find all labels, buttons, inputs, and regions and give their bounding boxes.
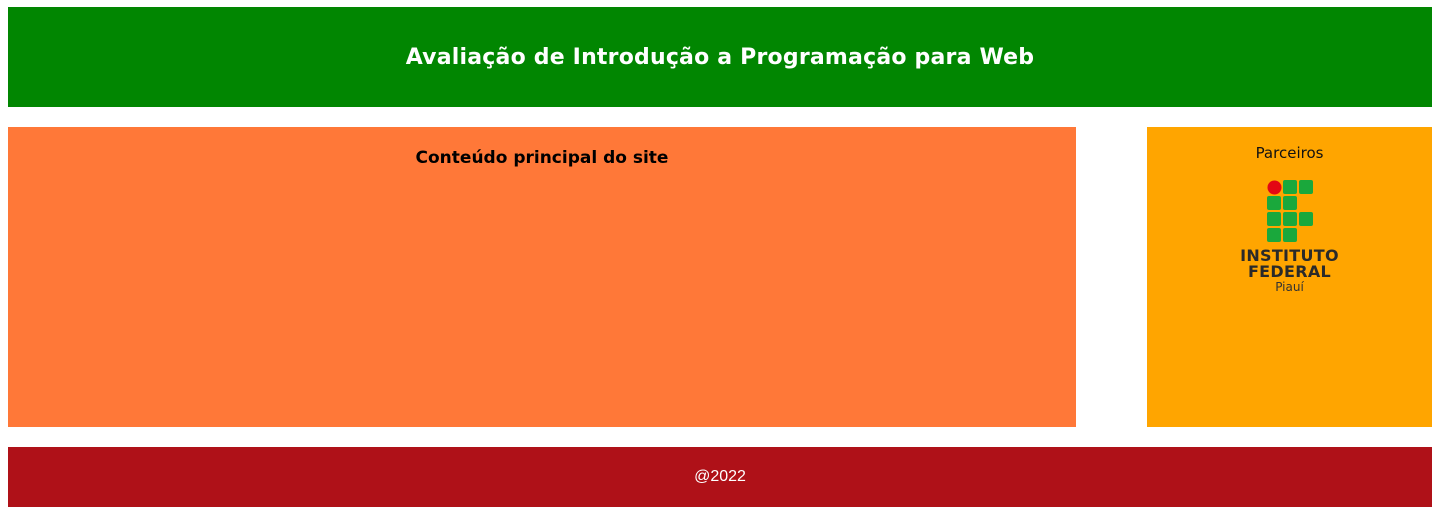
logo-green-square	[1298, 212, 1313, 226]
logo-text-federal: FEDERAL	[1247, 262, 1332, 281]
partners-title: Parceiros	[1255, 144, 1324, 162]
logo-green-square	[1298, 180, 1313, 194]
site-footer: @2022	[8, 447, 1432, 507]
logo-green-square	[1282, 228, 1297, 242]
main-content-title: Conteúdo principal do site	[415, 148, 669, 168]
page: Avaliação de Introdução a Programação pa…	[0, 0, 1439, 521]
logo-red-circle	[1267, 180, 1281, 195]
logo-green-square	[1266, 212, 1281, 226]
instituto-federal-logo: INSTITUTO FEDERAL Piauí	[1230, 180, 1350, 295]
logo-green-square	[1282, 180, 1297, 194]
logo-green-square	[1266, 196, 1281, 210]
logo-green-square	[1282, 196, 1297, 210]
site-header: Avaliação de Introdução a Programação pa…	[8, 7, 1432, 107]
instituto-federal-logo-icon	[1266, 180, 1313, 242]
page-title: Avaliação de Introdução a Programação pa…	[405, 44, 1035, 70]
footer-copyright: @2022	[694, 468, 746, 485]
partners-sidebar: Parceiros INSTITUTO FEDERAL Piauí	[1147, 127, 1432, 427]
logo-green-square	[1282, 212, 1297, 226]
main-content: Conteúdo principal do site	[8, 127, 1076, 427]
logo-text-piaui: Piauí	[1275, 280, 1304, 294]
logo-green-square	[1266, 228, 1281, 242]
